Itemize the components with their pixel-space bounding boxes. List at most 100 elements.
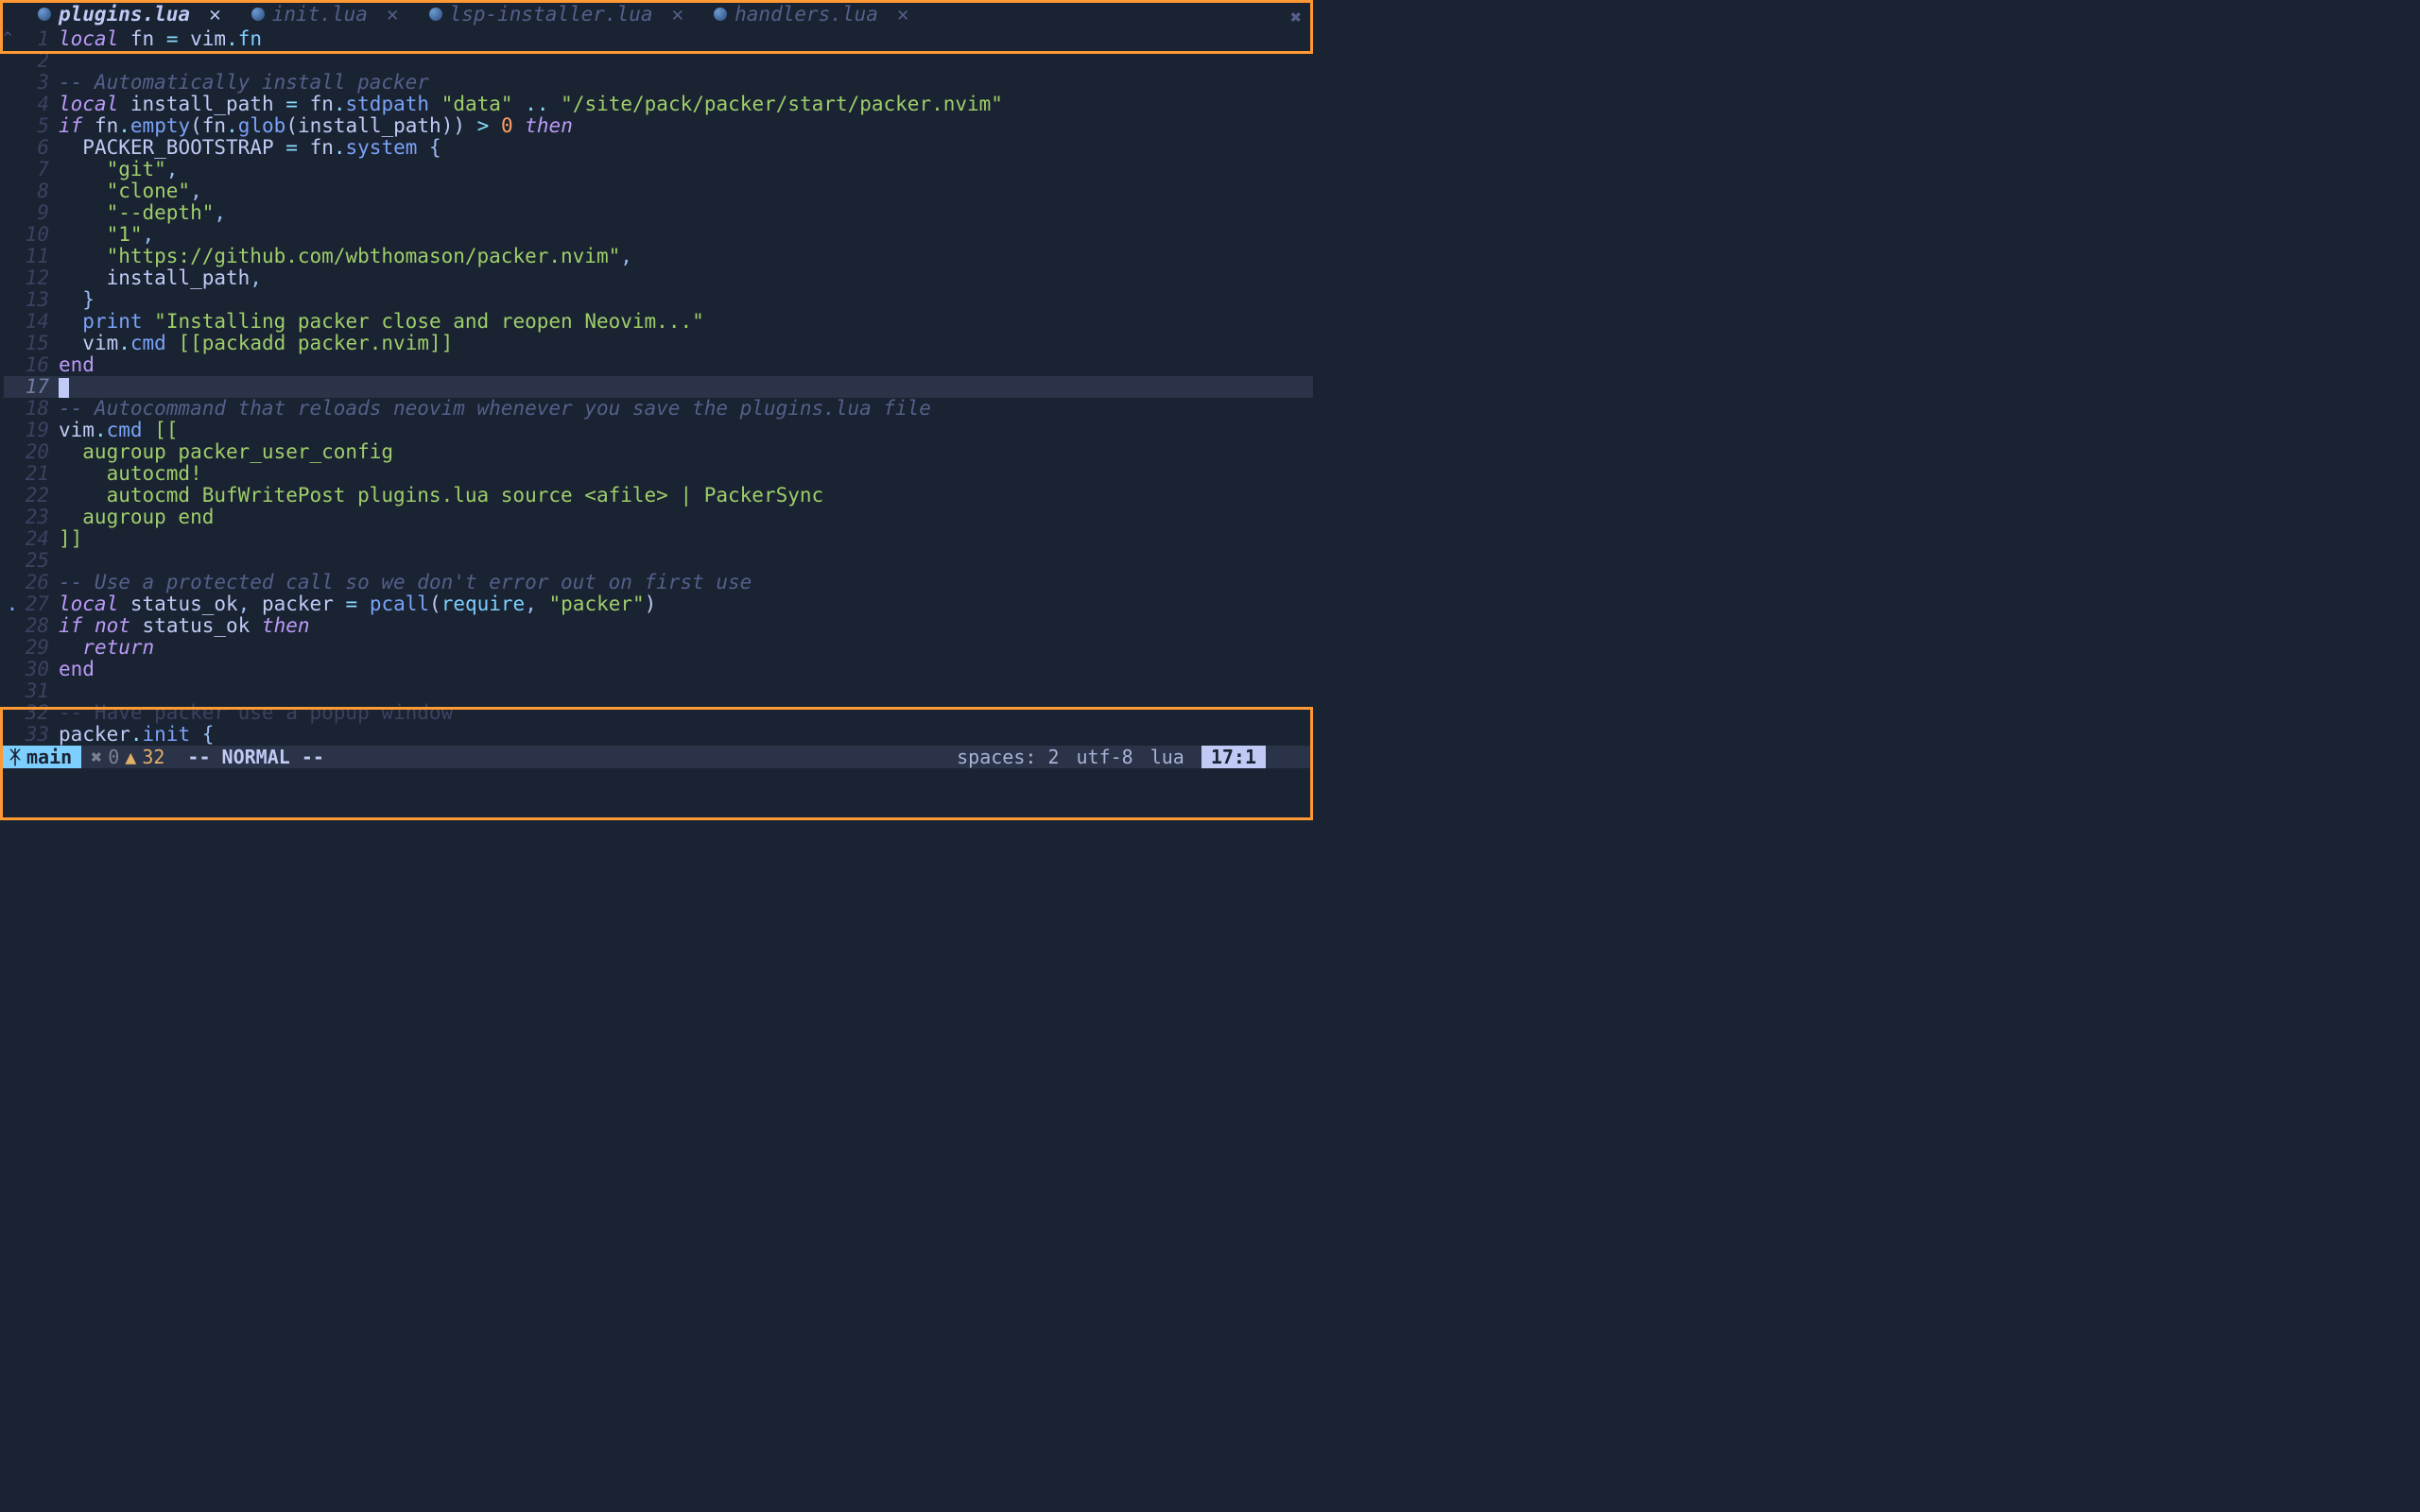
code-content[interactable]: vim.cmd [[ — [59, 420, 1313, 441]
code-content[interactable]: end — [59, 354, 1313, 376]
line-number: 27 — [21, 593, 59, 615]
code-content[interactable]: augroup end — [59, 507, 1313, 528]
gutter-sign — [4, 572, 21, 593]
code-line[interactable]: 21 autocmd! — [4, 463, 1313, 485]
code-content[interactable]: } — [59, 289, 1313, 311]
line-number: 21 — [21, 463, 59, 485]
tab-lsp-installer-lua[interactable]: lsp-installer.lua✕ — [414, 0, 700, 28]
code-line[interactable]: 19vim.cmd [[ — [4, 420, 1313, 441]
line-number: 28 — [21, 615, 59, 637]
code-line[interactable]: 8 "clone", — [4, 180, 1313, 202]
tab-label: init.lua — [272, 3, 368, 26]
close-icon[interactable]: ✕ — [671, 3, 683, 26]
code-content[interactable]: "1", — [59, 224, 1313, 246]
line-number: 11 — [21, 246, 59, 267]
code-content[interactable]: ]] — [59, 528, 1313, 550]
tab-init-lua[interactable]: init.lua ✕ — [236, 0, 414, 28]
code-line[interactable]: 28if not status_ok then — [4, 615, 1313, 637]
code-content[interactable]: "https://github.com/wbthomason/packer.nv… — [59, 246, 1313, 267]
code-content[interactable]: -- Have packer use a popup window — [59, 702, 1313, 724]
code-content[interactable] — [59, 376, 1313, 398]
code-line[interactable]: 12 install_path, — [4, 267, 1313, 289]
code-content[interactable] — [59, 680, 1313, 702]
code-content[interactable]: augroup packer_user_config — [59, 441, 1313, 463]
line-number: 12 — [21, 267, 59, 289]
code-content[interactable]: -- Automatically install packer — [59, 72, 1313, 94]
code-line[interactable]: 6 PACKER_BOOTSTRAP = fn.system { — [4, 137, 1313, 159]
code-content[interactable]: if fn.empty(fn.glob(install_path)) > 0 t… — [59, 115, 1313, 137]
lua-file-icon — [429, 8, 442, 21]
code-line[interactable]: 11 "https://github.com/wbthomason/packer… — [4, 246, 1313, 267]
code-content[interactable]: -- Use a protected call so we don't erro… — [59, 572, 1313, 593]
code-content[interactable]: vim.cmd [[packadd packer.nvim]] — [59, 333, 1313, 354]
code-content[interactable] — [59, 550, 1313, 572]
code-line[interactable]: 1local fn = vim.fn — [4, 28, 1313, 50]
tab-handlers-lua[interactable]: handlers.lua✕ — [699, 0, 924, 28]
code-line[interactable]: 33packer.init { — [4, 724, 1313, 746]
close-icon[interactable]: ✕ — [209, 3, 221, 26]
code-content[interactable] — [59, 50, 1313, 72]
code-line[interactable]: 9 "--depth", — [4, 202, 1313, 224]
gutter-sign — [4, 485, 21, 507]
code-line[interactable]: 5if fn.empty(fn.glob(install_path)) > 0 … — [4, 115, 1313, 137]
code-content[interactable]: local status_ok, packer = pcall(require,… — [59, 593, 1313, 615]
code-line[interactable]: 23 augroup end — [4, 507, 1313, 528]
line-number: 15 — [21, 333, 59, 354]
close-all-icon[interactable]: ✖ — [1290, 6, 1302, 28]
code-content[interactable]: autocmd! — [59, 463, 1313, 485]
code-content[interactable]: -- Autocommand that reloads neovim whene… — [59, 398, 1313, 420]
encoding-info: utf-8 — [1076, 746, 1132, 768]
close-icon[interactable]: ✕ — [897, 3, 909, 26]
code-line[interactable]: 2 — [4, 50, 1313, 72]
code-line[interactable]: 10 "1", — [4, 224, 1313, 246]
line-number: 18 — [21, 398, 59, 420]
gutter-sign — [4, 224, 21, 246]
code-content[interactable]: local fn = vim.fn — [59, 28, 1313, 50]
code-line[interactable]: 4local install_path = fn.stdpath "data" … — [4, 94, 1313, 115]
code-line[interactable]: 14 print "Installing packer close and re… — [4, 311, 1313, 333]
code-line[interactable]: 7 "git", — [4, 159, 1313, 180]
close-icon[interactable]: ✕ — [387, 3, 399, 26]
error-count: 0 — [108, 746, 119, 768]
code-line[interactable]: 31 — [4, 680, 1313, 702]
code-line[interactable]: 30end — [4, 659, 1313, 680]
gutter-sign — [4, 724, 21, 746]
code-content[interactable]: return — [59, 637, 1313, 659]
code-content[interactable]: "clone", — [59, 180, 1313, 202]
code-line[interactable]: 32-- Have packer use a popup window — [4, 702, 1313, 724]
code-line[interactable]: 26-- Use a protected call so we don't er… — [4, 572, 1313, 593]
code-line[interactable]: 17 — [4, 376, 1313, 398]
code-content[interactable]: "git", — [59, 159, 1313, 180]
line-number: 32 — [21, 702, 59, 724]
code-line[interactable]: 22 autocmd BufWritePost plugins.lua sour… — [4, 485, 1313, 507]
code-content[interactable]: local install_path = fn.stdpath "data" .… — [59, 94, 1313, 115]
line-number: 2 — [21, 50, 59, 72]
line-number: 7 — [21, 159, 59, 180]
gutter-sign — [4, 463, 21, 485]
code-line[interactable]: 15 vim.cmd [[packadd packer.nvim]] — [4, 333, 1313, 354]
code-content[interactable]: if not status_ok then — [59, 615, 1313, 637]
code-line[interactable]: .27local status_ok, packer = pcall(requi… — [4, 593, 1313, 615]
code-line[interactable]: 18-- Autocommand that reloads neovim whe… — [4, 398, 1313, 420]
code-line[interactable]: 20 augroup packer_user_config — [4, 441, 1313, 463]
tab-plugins-lua[interactable]: plugins.lua✕ — [23, 0, 236, 28]
code-line[interactable]: 25 — [4, 550, 1313, 572]
code-content[interactable]: install_path, — [59, 267, 1313, 289]
code-line[interactable]: 29 return — [4, 637, 1313, 659]
code-line[interactable]: 24]] — [4, 528, 1313, 550]
branch-icon: ᛡ — [9, 746, 21, 768]
warning-count: 32 — [142, 746, 164, 768]
code-editor[interactable]: 1local fn = vim.fn 2 3-- Automatically i… — [0, 28, 1313, 746]
editor-mode: -- NORMAL -- — [174, 746, 337, 768]
lua-file-icon — [251, 8, 265, 21]
code-line[interactable]: 16end — [4, 354, 1313, 376]
code-content[interactable]: autocmd BufWritePost plugins.lua source … — [59, 485, 1313, 507]
code-content[interactable]: packer.init { — [59, 724, 1313, 746]
code-content[interactable]: end — [59, 659, 1313, 680]
code-line[interactable]: 3-- Automatically install packer — [4, 72, 1313, 94]
code-line[interactable]: 13 } — [4, 289, 1313, 311]
code-content[interactable]: "--depth", — [59, 202, 1313, 224]
code-content[interactable]: print "Installing packer close and reope… — [59, 311, 1313, 333]
gutter-sign — [4, 376, 21, 398]
code-content[interactable]: PACKER_BOOTSTRAP = fn.system { — [59, 137, 1313, 159]
